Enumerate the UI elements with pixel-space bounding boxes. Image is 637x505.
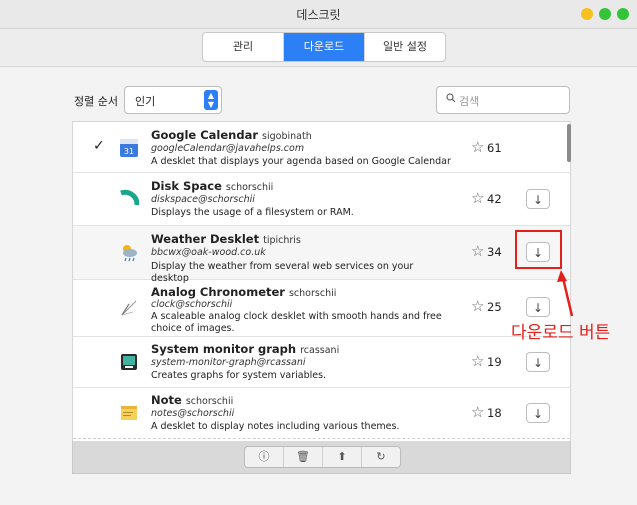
item-score: 18: [487, 406, 502, 420]
minimize-button[interactable]: [581, 8, 593, 20]
desklet-list: ✓ 31 Google Calendar sigobinath googleCa…: [72, 121, 571, 443]
download-button[interactable]: ↓: [526, 297, 550, 317]
sort-select[interactable]: 인기 ▲ ▼: [124, 86, 222, 114]
star-icon: ☆: [471, 403, 485, 421]
system-monitor-icon: [121, 354, 137, 370]
item-score: 42: [487, 192, 502, 206]
chevron-updown-icon[interactable]: ▲ ▼: [204, 90, 218, 110]
item-score: 19: [487, 355, 502, 369]
sort-label: 정렬 순서: [74, 95, 118, 108]
tab-bar: 관리 다운로드 일반 설정: [202, 32, 446, 62]
item-name: Note schorschii: [151, 393, 234, 407]
disk-gauge-icon: [120, 189, 139, 206]
search-icon: [446, 93, 456, 103]
star-icon: ☆: [471, 242, 485, 260]
analog-clock-icon: [121, 300, 137, 316]
search-placeholder: 검색: [459, 95, 480, 108]
desklets-window: 데스크릿 관리 다운로드 일반 설정 정렬 순서 인기 ▲ ▼ 검색 ✓ 31 G…: [0, 0, 637, 505]
star-icon: ☆: [471, 352, 485, 370]
item-score: 61: [487, 141, 502, 155]
scrollbar-thumb[interactable]: [567, 124, 571, 162]
item-name: Disk Space schorschii: [151, 179, 274, 193]
trash-button[interactable]: 🗑: [284, 447, 323, 467]
item-name: Google Calendar sigobinath: [151, 128, 312, 142]
sort-value: 인기: [135, 95, 156, 108]
item-description: Creates graphs for system variables.: [151, 370, 327, 381]
item-email: bbcwx@oak-wood.co.uk: [151, 247, 266, 258]
item-score: 34: [487, 245, 502, 259]
tab-manage[interactable]: 관리: [203, 33, 284, 61]
search-input[interactable]: 검색: [436, 86, 570, 114]
toolbar-button-group: ⓘ 🗑 ⬆ ↻: [244, 446, 401, 468]
download-button[interactable]: ↓: [526, 352, 550, 372]
list-toolbar: ⓘ 🗑 ⬆ ↻: [72, 441, 571, 474]
note-icon: [121, 406, 137, 420]
refresh-button[interactable]: ↻: [362, 447, 400, 467]
item-description: A desklet that displays your agenda base…: [151, 156, 451, 167]
item-email: diskspace@schorschii: [151, 194, 255, 205]
list-item[interactable]: ✓ 31 Google Calendar sigobinath googleCa…: [73, 122, 570, 173]
weather-icon: [123, 245, 137, 262]
maximize-button[interactable]: [599, 8, 611, 20]
calendar-icon: 31: [120, 139, 138, 157]
list-item[interactable]: Disk Space schorschii diskspace@schorsch…: [73, 173, 570, 226]
item-name: Analog Chronometer schorschii: [151, 285, 337, 299]
item-description: Displays the usage of a filesystem or RA…: [151, 207, 354, 218]
list-item[interactable]: System monitor graph rcassani system-mon…: [73, 337, 570, 388]
annotation-highlight-box: [515, 230, 562, 269]
title-bar: 데스크릿: [0, 0, 637, 29]
item-score: 25: [487, 300, 502, 314]
star-icon: ☆: [471, 297, 485, 315]
tab-download[interactable]: 다운로드: [284, 33, 365, 61]
download-button[interactable]: ↓: [526, 189, 550, 209]
item-email: system-monitor-graph@rcassani: [151, 357, 306, 368]
tab-general-settings[interactable]: 일반 설정: [365, 33, 445, 61]
item-name: System monitor graph rcassani: [151, 342, 340, 356]
upload-button[interactable]: ⬆: [323, 447, 362, 467]
item-description: A scaleable analog clock desklet with sm…: [151, 311, 442, 334]
list-item[interactable]: Analog Chronometer schorschii clock@scho…: [73, 280, 570, 337]
window-title: 데스크릿: [296, 8, 341, 22]
item-name: Weather Desklet tipichris: [151, 232, 301, 246]
item-email: googleCalendar@javahelps.com: [151, 143, 305, 154]
info-button[interactable]: ⓘ: [245, 447, 284, 467]
item-description: A desklet to display notes including var…: [151, 421, 400, 432]
close-button[interactable]: [617, 8, 629, 20]
list-item[interactable]: Weather Desklet tipichris bbcwx@oak-wood…: [73, 226, 570, 284]
download-button[interactable]: ↓: [526, 403, 550, 423]
item-email: notes@schorschii: [151, 408, 235, 419]
installed-check-icon: ✓: [93, 138, 105, 154]
svg-text:31: 31: [124, 147, 134, 156]
item-email: clock@schorschii: [151, 299, 233, 310]
star-icon: ☆: [471, 189, 485, 207]
star-icon: ☆: [471, 138, 485, 156]
list-item[interactable]: Note schorschii notes@schorschii A deskl…: [73, 388, 570, 439]
annotation-label: 다운로드 버튼: [511, 323, 611, 343]
